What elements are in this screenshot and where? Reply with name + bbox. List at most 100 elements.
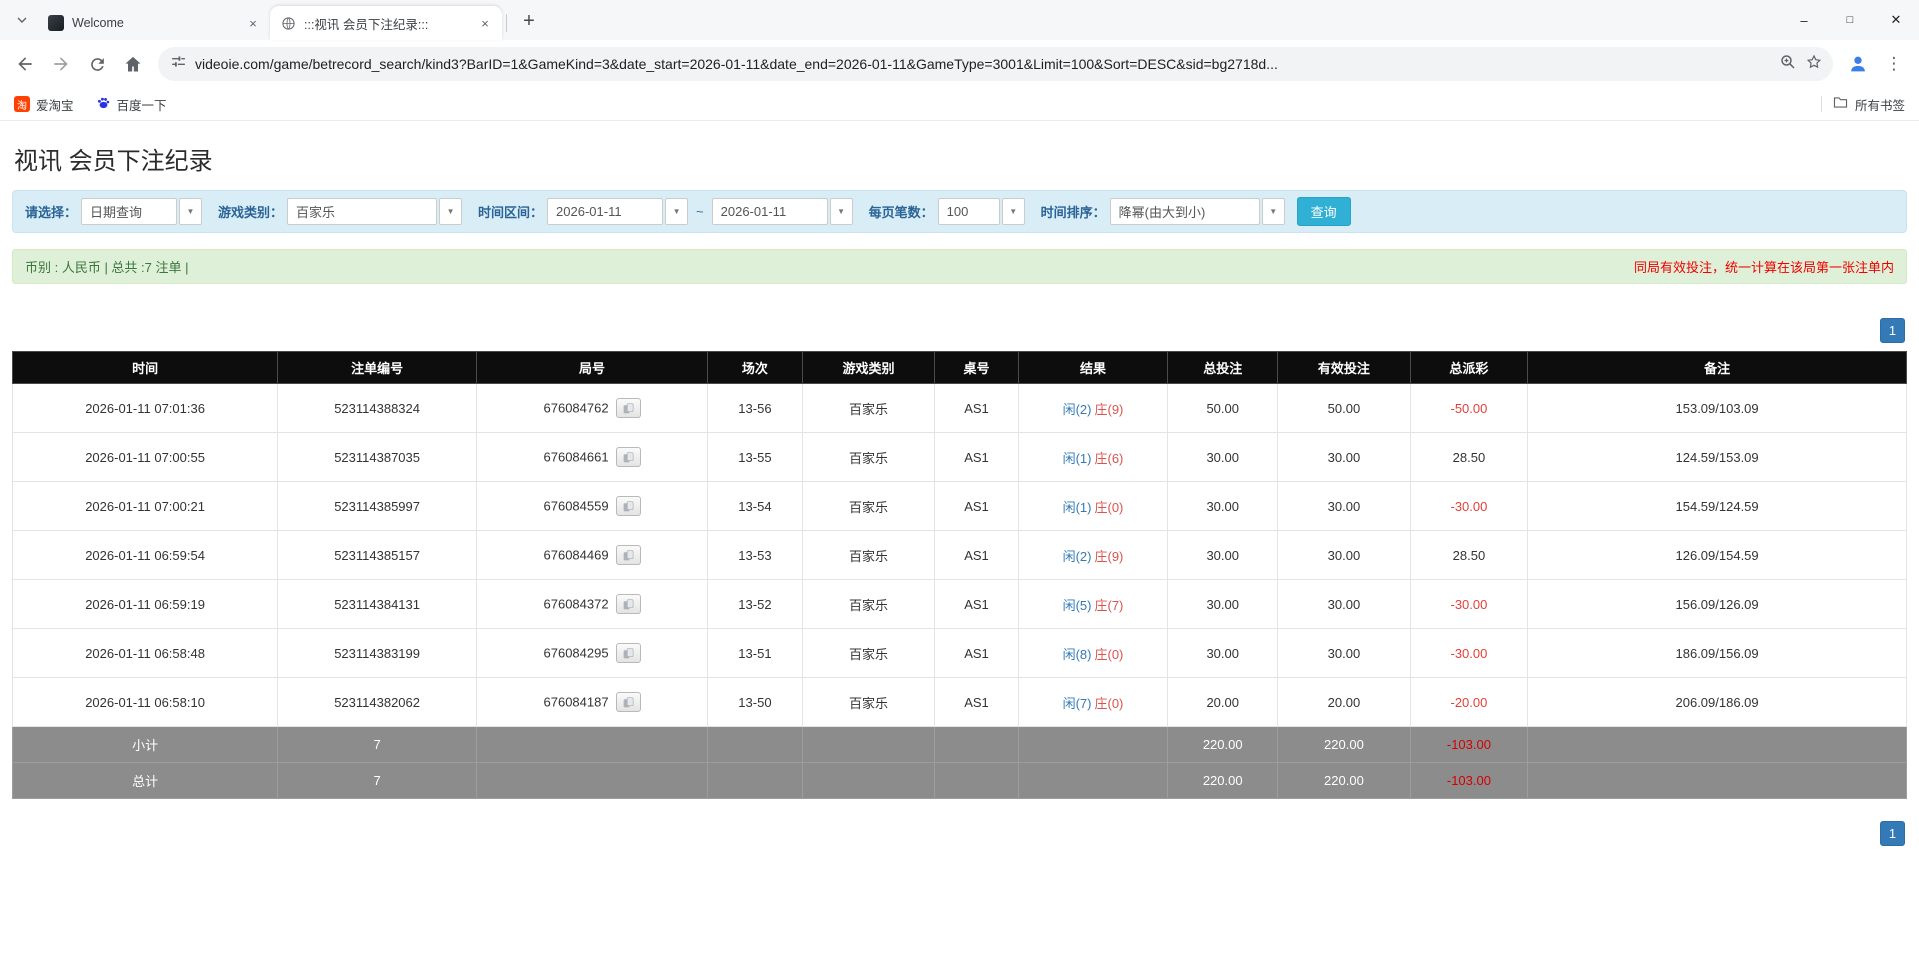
round-detail-icon[interactable]	[615, 643, 641, 663]
round-detail-icon[interactable]	[615, 496, 641, 516]
cell-total-bet[interactable]: 30.00	[1167, 432, 1279, 482]
game-type-value[interactable]: 百家乐	[287, 198, 438, 225]
total-total-bet: 220.00	[1167, 762, 1279, 799]
chevron-down-icon[interactable]: ▼	[179, 198, 203, 225]
url-bar[interactable]: videoie.com/game/betrecord_search/kind3?…	[158, 47, 1833, 81]
cell-table-no: AS1	[934, 628, 1019, 678]
game-type-dropdown[interactable]: 百家乐 ▼	[287, 198, 463, 225]
bookmark-star-icon[interactable]	[1805, 53, 1823, 76]
round-detail-icon[interactable]	[615, 398, 641, 418]
per-page-label: 每页笔数：	[868, 205, 934, 220]
select-mode-value[interactable]: 日期查询	[81, 198, 178, 225]
result-banker: 庄(9)	[1094, 401, 1124, 417]
cell-round: 676084187	[476, 677, 709, 727]
bookmark-taobao[interactable]: 淘 爱淘宝	[14, 95, 74, 114]
col-table-no: 桌号	[934, 351, 1019, 384]
chevron-down-icon[interactable]: ▼	[665, 198, 689, 225]
browser-menu-icon[interactable]: ⋮	[1877, 47, 1911, 81]
col-round: 局号	[476, 351, 709, 384]
maximize-button[interactable]: □	[1827, 0, 1873, 40]
minimize-button[interactable]: –	[1781, 0, 1827, 40]
new-tab-button[interactable]: +	[515, 7, 543, 35]
page-number-button[interactable]: 1	[1880, 318, 1905, 343]
round-number: 676084469	[543, 547, 609, 563]
date-start-value[interactable]: 2026-01-11	[547, 198, 664, 225]
close-tab-icon[interactable]: ×	[244, 14, 262, 32]
page-number-button[interactable]: 1	[1880, 821, 1905, 846]
bookmark-baidu[interactable]: 百度一下	[96, 95, 167, 114]
date-end-dropdown[interactable]: 2026-01-11 ▼	[711, 198, 853, 225]
cell-table-no: AS1	[934, 579, 1019, 629]
table-row: 2026-01-11 06:59:19 523114384131 6760843…	[11, 579, 1907, 629]
chevron-down-icon[interactable]: ▼	[1261, 198, 1285, 225]
date-start-dropdown[interactable]: 2026-01-11 ▼	[547, 198, 689, 225]
forward-icon[interactable]	[44, 47, 78, 81]
cell-valid-bet: 30.00	[1277, 579, 1411, 629]
tab-betrecord[interactable]: :::视讯 会员下注纪录::: ×	[270, 6, 502, 40]
date-range-tilde: ~	[696, 204, 704, 219]
round-detail-icon[interactable]	[615, 545, 641, 565]
col-valid-bet: 有效投注	[1277, 351, 1411, 384]
total-label: 总计	[11, 762, 279, 799]
subtotal-label: 小计	[11, 726, 279, 763]
select-mode-dropdown[interactable]: 日期查询 ▼	[81, 198, 203, 225]
cell-payout: 28.50	[1409, 530, 1529, 580]
zoom-icon[interactable]	[1779, 53, 1797, 76]
chevron-down-icon[interactable]: ▼	[439, 198, 463, 225]
cell-time: 2026-01-11 06:58:48	[11, 628, 279, 678]
site-settings-icon[interactable]	[170, 53, 187, 75]
close-tab-icon[interactable]: ×	[476, 14, 494, 32]
cell-bet-id: 523114387035	[277, 432, 478, 482]
refresh-icon[interactable]	[80, 47, 114, 81]
cell-total-bet[interactable]: 30.00	[1167, 481, 1279, 531]
chevron-down-icon[interactable]: ▼	[829, 198, 853, 225]
window-close-button[interactable]: ✕	[1873, 0, 1919, 40]
sort-dropdown[interactable]: 降幂(由大到小) ▼	[1109, 198, 1285, 225]
cell-time: 2026-01-11 06:58:10	[11, 677, 279, 727]
sort-value[interactable]: 降幂(由大到小)	[1109, 198, 1260, 225]
cell-total-bet[interactable]: 50.00	[1167, 383, 1279, 433]
bookmark-label: 爱淘宝	[36, 98, 74, 113]
result-banker: 庄(0)	[1094, 499, 1124, 515]
result-banker: 庄(9)	[1094, 548, 1124, 564]
pagination-bottom: 1	[12, 821, 1905, 846]
cell-time: 2026-01-11 07:00:55	[11, 432, 279, 482]
round-number: 676084762	[543, 400, 609, 416]
round-number: 676084372	[543, 596, 609, 612]
per-page-value[interactable]: 100	[937, 198, 1000, 225]
cell-total-bet[interactable]: 20.00	[1167, 677, 1279, 727]
per-page-dropdown[interactable]: 100 ▼	[937, 198, 1025, 225]
table-row: 2026-01-11 06:58:10 523114382062 6760841…	[11, 677, 1907, 727]
table-row: 2026-01-11 06:59:54 523114385157 6760844…	[11, 530, 1907, 580]
bookmark-label: 百度一下	[116, 98, 167, 113]
date-end-value[interactable]: 2026-01-11	[711, 198, 828, 225]
filter-bar: 请选择： 日期查询 ▼ 游戏类别： 百家乐 ▼ 时间区间： 2026-01-11…	[12, 190, 1907, 233]
table-row: 2026-01-11 06:58:48 523114383199 6760842…	[11, 628, 1907, 678]
url-text[interactable]: videoie.com/game/betrecord_search/kind3?…	[195, 56, 1771, 72]
page-content: 视讯 会员下注纪录 请选择： 日期查询 ▼ 游戏类别： 百家乐 ▼ 时间区间： …	[0, 121, 1919, 846]
tab-welcome[interactable]: Welcome ×	[38, 6, 270, 40]
profile-avatar[interactable]	[1841, 47, 1875, 81]
baidu-paw-icon	[96, 95, 111, 113]
pagination-top: 1	[12, 318, 1905, 343]
round-detail-icon[interactable]	[615, 594, 641, 614]
col-result: 结果	[1017, 351, 1169, 384]
search-button[interactable]: 查询	[1296, 197, 1351, 226]
back-icon[interactable]	[8, 47, 42, 81]
home-icon[interactable]	[116, 47, 150, 81]
chevron-down-icon[interactable]: ▼	[1001, 198, 1025, 225]
cell-total-bet[interactable]: 30.00	[1167, 579, 1279, 629]
all-bookmarks[interactable]: 所有书签	[1832, 94, 1905, 114]
cell-total-bet[interactable]: 30.00	[1167, 530, 1279, 580]
round-detail-icon[interactable]	[615, 447, 641, 467]
subtotal-row: 小计 7 220.00 220.00 -103.00	[11, 726, 1907, 763]
result-player: 闲(1)	[1062, 450, 1092, 466]
cell-valid-bet: 30.00	[1277, 628, 1411, 678]
table-header-row: 时间 注单编号 局号 场次 游戏类别 桌号 结果 总投注 有效投注 总派彩 备注	[11, 351, 1907, 384]
tab-search-chevron-icon[interactable]	[8, 6, 36, 34]
round-detail-icon[interactable]	[615, 692, 641, 712]
result-player: 闲(5)	[1062, 597, 1092, 613]
cell-valid-bet: 20.00	[1277, 677, 1411, 727]
cell-total-bet[interactable]: 30.00	[1167, 628, 1279, 678]
cell-table-no: AS1	[934, 530, 1019, 580]
